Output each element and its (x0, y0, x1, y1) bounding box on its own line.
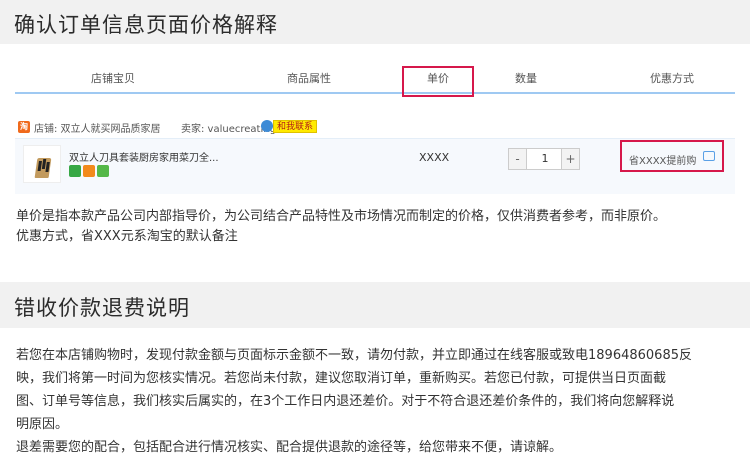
unit-price-highlight (402, 66, 474, 97)
quantity-decrease-button[interactable]: - (509, 149, 527, 169)
col-header-discount: 优惠方式 (650, 72, 694, 85)
badge-icon-card (83, 165, 95, 177)
wangwang-icon[interactable] (261, 120, 273, 132)
section-header-refund: 错收价款退费说明 (0, 282, 750, 328)
badge-icon-eco (97, 165, 109, 177)
refund-line-4: 明原因。 (16, 417, 69, 432)
col-header-attributes: 商品属性 (287, 72, 331, 85)
refund-line-5: 退差需要您的配合，包括配合进行情况核实、配合提供退款的途径等，给您带来不便，请谅… (16, 440, 563, 455)
quantity-increase-button[interactable]: + (561, 149, 579, 169)
section-title: 错收价款退费说明 (14, 296, 190, 320)
contact-seller-button[interactable]: 和我联系 (273, 120, 318, 133)
discount-highlight (620, 140, 724, 172)
col-header-items: 店铺宝贝 (91, 72, 135, 85)
taobao-icon: 淘 (18, 121, 30, 133)
refund-line-1: 若您在本店铺购物时，发现付款金额与页面标示金额不一致，请勿付款，并立即通过在线客… (16, 348, 692, 363)
section-title: 确认订单信息页面价格解释 (14, 13, 278, 37)
refund-line-2: 映，我们将第一时间为您核实情况。若您尚未付款，建议您取消订单，重新购买。若您已付… (16, 371, 667, 386)
section-header-price: 确认订单信息页面价格解释 (0, 0, 750, 44)
product-title-link[interactable]: 双立人刀具套装厨房家用菜刀全... (69, 149, 219, 164)
header-divider (15, 92, 735, 94)
shop-name-link[interactable]: 店铺: 双立人就买网品质家居 (34, 120, 161, 135)
badge-icon-guarantee (69, 165, 81, 177)
quantity-input[interactable]: 1 (528, 149, 562, 169)
product-thumbnail[interactable] (23, 145, 61, 183)
col-header-quantity: 数量 (515, 72, 537, 85)
knife-block-icon (34, 158, 52, 178)
quantity-stepper: - 1 + (508, 148, 580, 170)
unit-price-value: XXXX (419, 151, 450, 164)
explanation-line-1: 单价是指本款产品公司内部指导价，为公司结合产品特性及市场情况而制定的价格，仅供消… (16, 209, 667, 224)
explanation-line-2: 优惠方式，省XXX元系淘宝的默认备注 (16, 229, 238, 244)
refund-line-3: 图、订单号等信息，我们核实后属实的，在3个工作日内退还差价。对于不符合退还差价条… (16, 394, 675, 409)
